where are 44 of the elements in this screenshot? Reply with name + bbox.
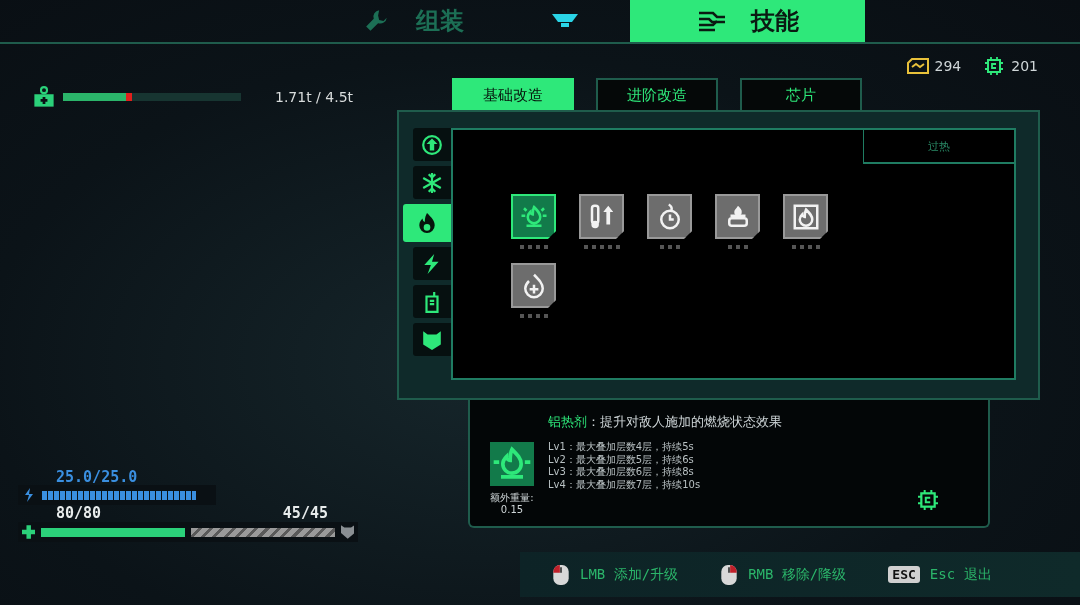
category-tab[interactable] <box>413 166 451 199</box>
lightning-icon <box>22 488 36 502</box>
sub-tab[interactable]: 芯片 <box>740 78 862 110</box>
skill-name: 铝热剂 <box>548 414 587 431</box>
skill-slot[interactable] <box>783 194 828 239</box>
health-reading: 80/80 <box>56 505 102 522</box>
energy-reading: 25.0/25.0 <box>56 469 139 485</box>
extra-weight-label: 额外重量: <box>490 492 534 504</box>
weight-reading: 1.71t / 4.5t <box>275 89 354 105</box>
level-description: Lv3：最大叠加层数6层，持续8s <box>548 466 695 479</box>
skill-slot[interactable] <box>511 263 556 308</box>
weight-icon <box>33 86 55 108</box>
esc-key: ESC <box>888 566 920 583</box>
chip-icon <box>918 490 938 510</box>
skill-slot[interactable] <box>715 194 760 239</box>
sub-tab[interactable]: 基础改造 <box>452 78 574 110</box>
extra-weight-value: 0.15 <box>500 504 524 516</box>
skill-slot[interactable] <box>579 194 624 239</box>
hint-text: LMB 添加/升级 <box>580 565 679 584</box>
shield-icon <box>421 328 443 351</box>
category-tab[interactable] <box>413 285 451 318</box>
level-description: Lv2：最大叠加层数5层，持续6s <box>548 453 695 466</box>
shield-icon <box>340 525 354 539</box>
panel-label: 过热 <box>863 130 1014 164</box>
snowflake-icon <box>421 171 443 194</box>
currency-amount: 201 <box>1011 58 1038 74</box>
currency-amount: 294 <box>934 58 962 74</box>
skill-description: ：提升对敌人施加的燃烧状态效果 <box>587 414 782 431</box>
skill-slot[interactable] <box>511 194 556 239</box>
hint-text: Esc 退出 <box>929 565 992 584</box>
main-tab[interactable]: 技能 <box>630 0 865 42</box>
mouse-icon <box>720 563 739 586</box>
category-tab[interactable] <box>413 128 451 161</box>
armor-reading: 45/45 <box>282 505 328 522</box>
level-description: Lv1：最大叠加层数4层，持续5s <box>548 441 695 454</box>
skill-slot[interactable] <box>647 194 692 239</box>
plus-icon <box>22 525 36 539</box>
mouse-icon <box>552 563 570 586</box>
category-tab[interactable] <box>413 247 451 280</box>
sub-tab[interactable]: 进阶改造 <box>596 78 718 110</box>
hint-text: RMB 移除/降级 <box>748 565 847 584</box>
level-description: Lv4：最大叠加层数7层，持续10s <box>548 478 702 491</box>
category-tab[interactable] <box>403 204 451 242</box>
category-tab[interactable] <box>413 323 451 356</box>
